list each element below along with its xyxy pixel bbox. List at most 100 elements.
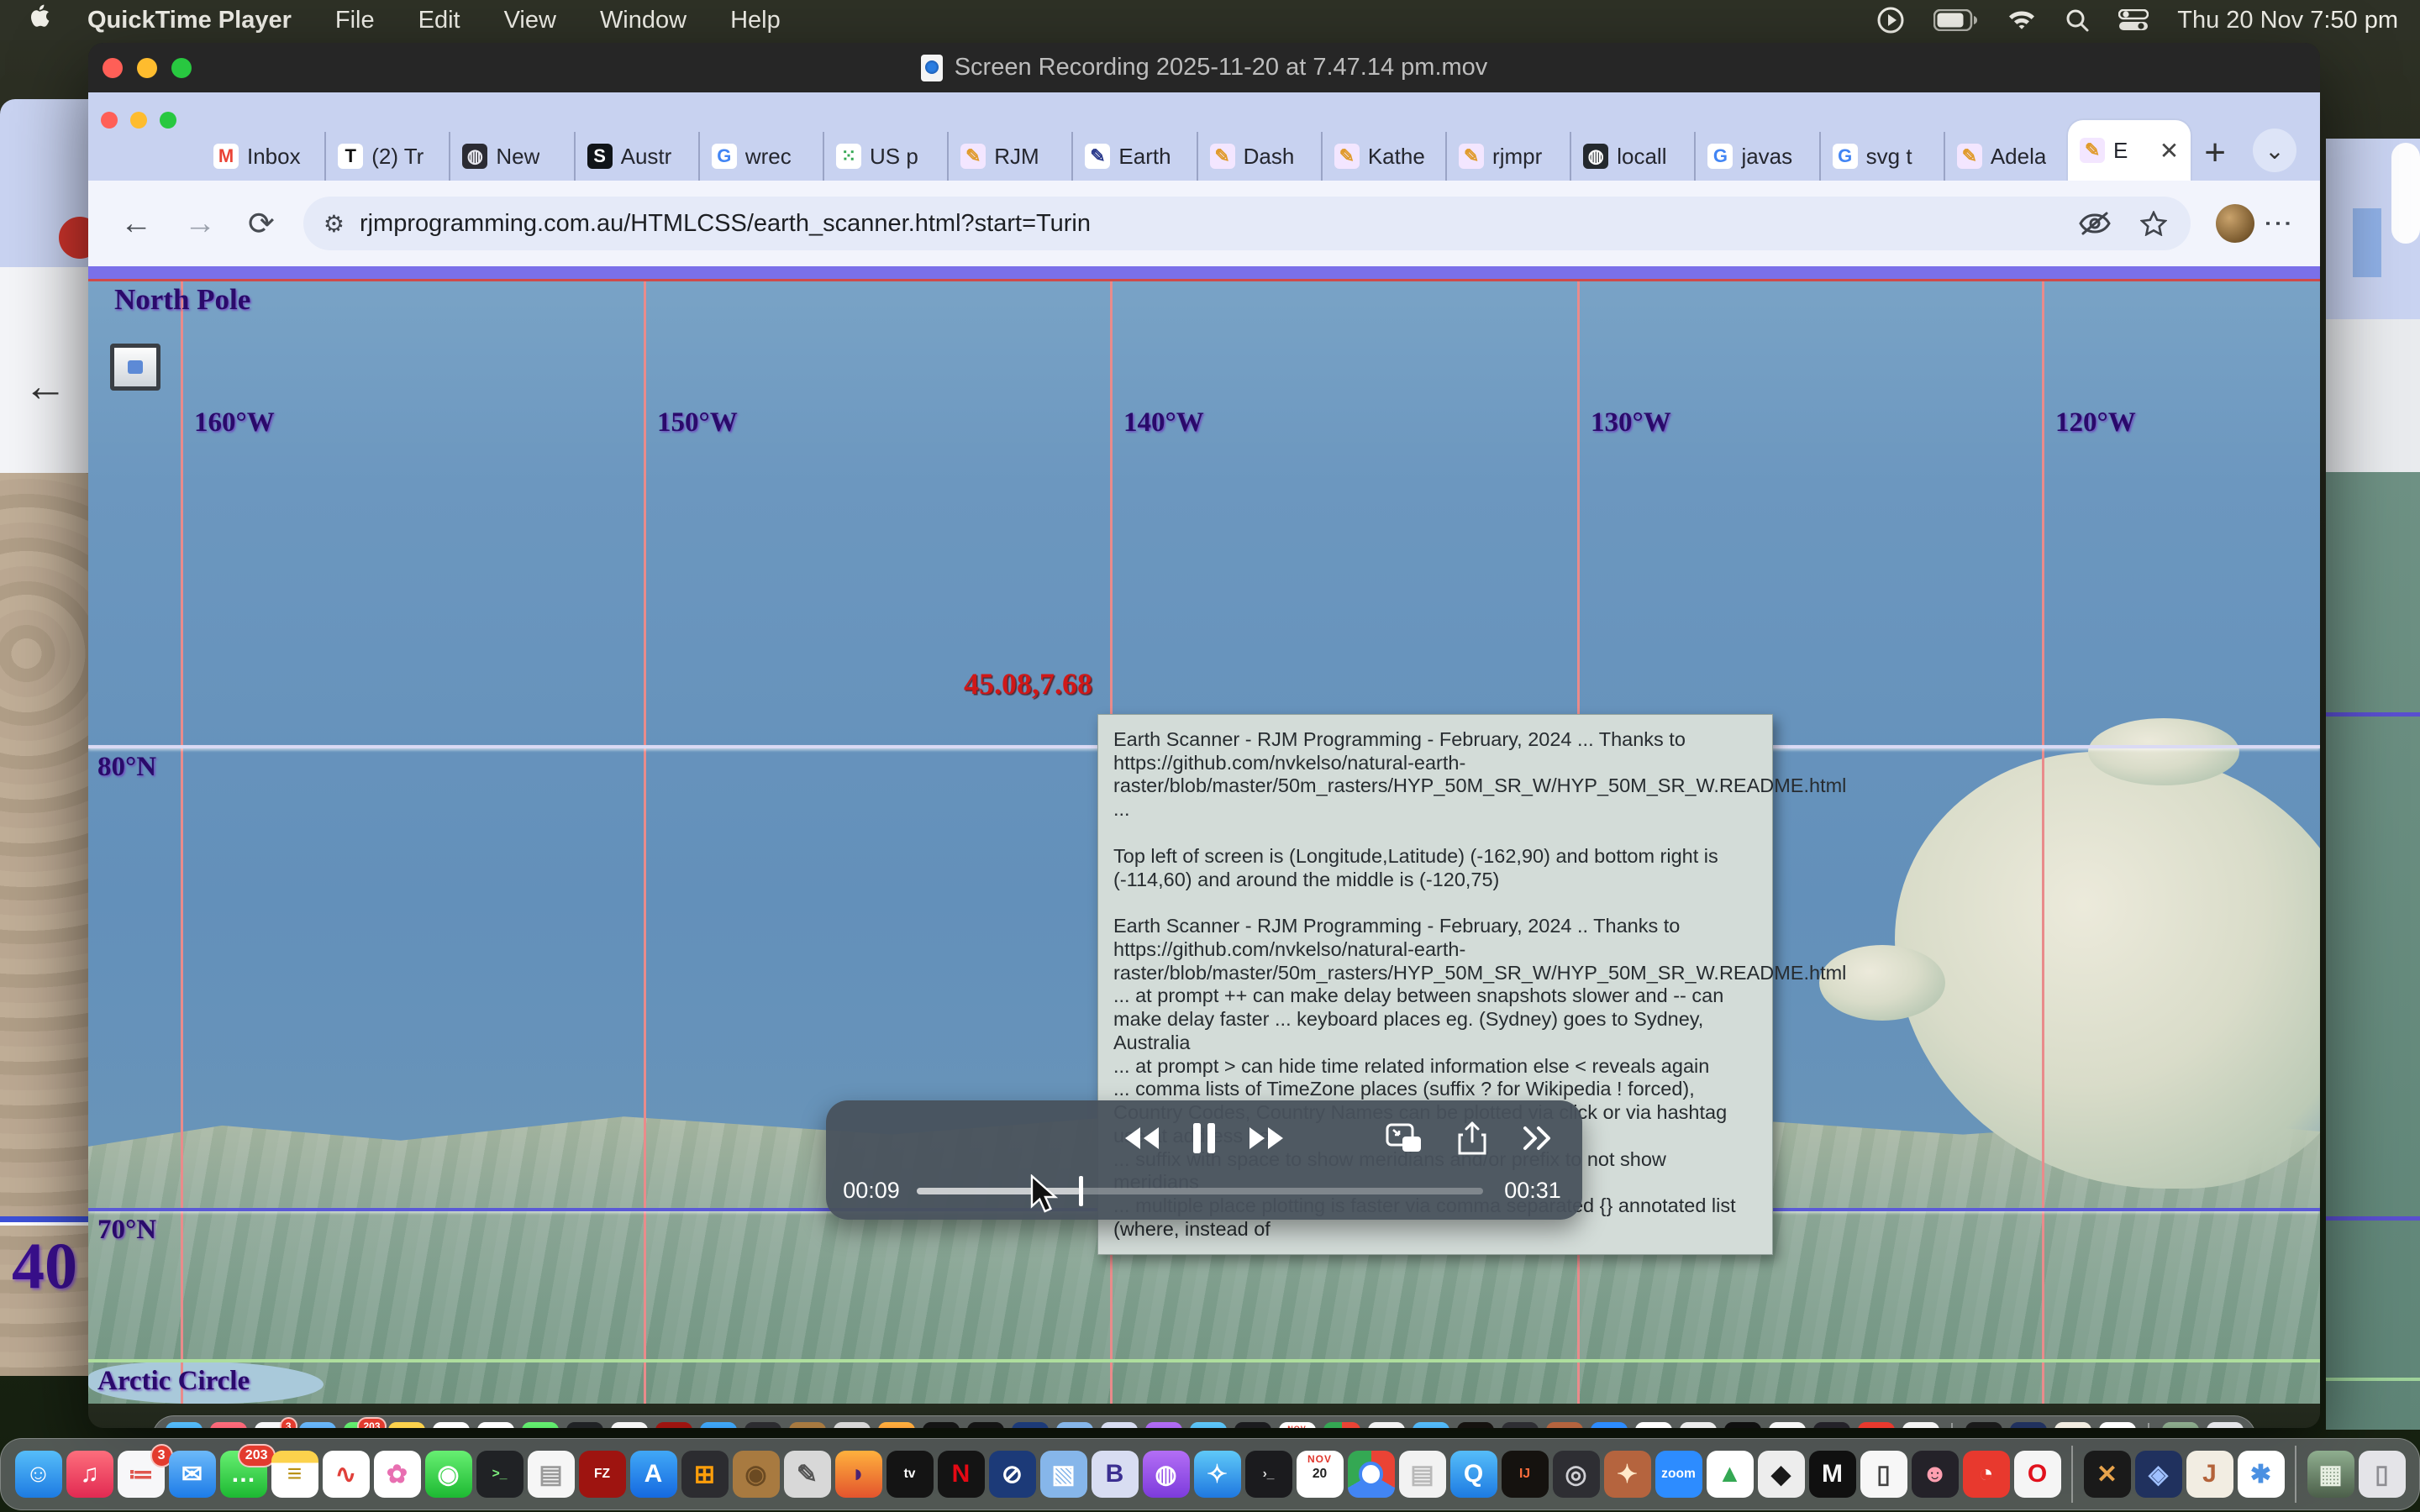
site-settings-icon[interactable]: ⚙︎ [324,210,345,238]
dock-item-photos[interactable]: ✿ [374,1451,421,1498]
screen-recording-indicator-icon[interactable] [1876,6,1905,34]
tab-rjmpr[interactable]: ✎rjmpr [1445,132,1570,181]
new-tab-button[interactable]: + [2191,132,2248,181]
dock-item-netflix[interactable]: N [938,1451,985,1498]
dock-item-mail[interactable]: ✉ [299,1422,336,1428]
dock-item-contacts[interactable]: ◉ [733,1451,780,1498]
dock-item-music[interactable]: ♫ [210,1422,247,1428]
menu-window[interactable]: Window [600,7,687,34]
dock-item-freeform[interactable]: ∿ [323,1451,370,1498]
tab-locall[interactable]: ◍locall [1570,132,1694,181]
dock-item-calculator[interactable]: ⊞ [681,1451,729,1498]
dock-item-bbedit[interactable]: B [1092,1451,1139,1498]
control-center-icon[interactable] [2118,9,2149,31]
dock-item-garageband[interactable]: ◎ [1502,1422,1539,1428]
dock-item-bbedit[interactable]: B [1101,1422,1138,1428]
dock-item-notes[interactable]: ≡ [388,1422,425,1428]
timeline-scrubber[interactable] [917,1188,1483,1194]
spotlight-search-icon[interactable] [2065,8,2090,33]
dock-item-textedit[interactable]: ▤ [611,1422,648,1428]
dock-item-quicktime[interactable]: Q [1450,1451,1497,1498]
share-button[interactable] [1458,1121,1486,1155]
wifi-icon[interactable] [2007,9,2036,31]
privacy-eye-icon[interactable] [2078,211,2112,236]
dock-item-iterm[interactable]: ›_ [1234,1422,1271,1428]
dock-item-intellij-idea[interactable]: IJ [1457,1422,1494,1428]
dock-item-krita[interactable]: ✦ [1546,1422,1583,1428]
dock-item-reminders[interactable]: ≔3 [118,1451,165,1498]
dock-item-moji[interactable]: M [1724,1422,1761,1428]
dock-item-opera[interactable]: O [1902,1422,1939,1428]
tab-svg-t[interactable]: Gsvg t [1819,132,1944,181]
dock-item-messages[interactable]: …203 [220,1451,267,1498]
dock-item-podcasts[interactable]: ◍ [1143,1451,1190,1498]
forward-button[interactable]: → [184,206,216,242]
dock-item-textedit[interactable]: ▤ [528,1451,575,1498]
more-controls-button[interactable] [1522,1126,1554,1151]
rewind-button[interactable] [1122,1126,1160,1151]
dock-item-photos[interactable]: ✿ [477,1422,514,1428]
dock-item-diamond-app[interactable]: ◈ [2010,1422,2047,1428]
dock-item-safari[interactable]: ✧ [1190,1422,1227,1428]
tab-overflow-button[interactable]: ⌄ [2253,129,2296,172]
dock-item-nomachine[interactable]: ⊘ [989,1451,1036,1498]
map-thumbnail-button[interactable] [110,344,160,391]
dock-item-trash[interactable]: ▯ [2207,1422,2244,1428]
dock-item-moji[interactable]: M [1809,1451,1856,1498]
dock-item-terminal[interactable]: >_ [476,1451,523,1498]
tab-inbox[interactable]: MInbox [202,132,324,181]
dock-item-maps[interactable]: ▲ [1707,1451,1754,1498]
dock-item-zoom[interactable]: zoom [1591,1422,1628,1428]
battery-icon[interactable] [1933,9,1979,31]
dock-item-passwords[interactable]: ✱ [2099,1422,2136,1428]
menu-edit[interactable]: Edit [418,7,460,34]
dock-item-document[interactable]: ▤ [1399,1451,1446,1498]
tab-adela[interactable]: ✎Adela [1944,132,2068,181]
dock-item-garageband[interactable]: ◎ [1553,1451,1600,1498]
dock-item-maps[interactable]: ▲ [1635,1422,1672,1428]
dock-item-filezilla[interactable]: FZ [655,1422,692,1428]
dock-item-calculator[interactable]: ⊞ [744,1422,781,1428]
dock-item-podcasts[interactable]: ◍ [1145,1422,1182,1428]
tab-dash[interactable]: ✎Dash [1197,132,1321,181]
dock-item-x-tools[interactable]: ✕ [2084,1451,2131,1498]
dock-item-apple-tv[interactable]: tv [886,1451,934,1498]
dock-item-iterm[interactable]: ›_ [1245,1451,1292,1498]
dock-item-facetime[interactable]: ◉ [425,1451,472,1498]
dock-item-passwords[interactable]: ✱ [2238,1451,2285,1498]
dock-item-calendar[interactable]: 20NOV [1297,1451,1344,1498]
earth-scanner-map[interactable]: 160°W150°W140°W130°W120°W80°N70°NArctic … [88,281,2320,1404]
timeline-playhead[interactable] [1079,1176,1083,1206]
picture-in-picture-button[interactable] [1386,1123,1423,1153]
dock-item-notes[interactable]: ≡ [271,1451,318,1498]
bookmark-star-icon[interactable] [2140,211,2167,236]
dock-item-mail[interactable]: ✉ [169,1451,216,1498]
dock-item-freeform[interactable]: ∿ [433,1422,470,1428]
close-tab-button[interactable]: ✕ [2160,137,2179,165]
tab-javas[interactable]: Gjavas [1694,132,1818,181]
active-app-name[interactable]: QuickTime Player [87,7,292,34]
dock-item-chrome[interactable] [1323,1422,1360,1428]
dock-item-inkscape[interactable]: ◆ [1758,1451,1805,1498]
dock-item-netflix[interactable]: N [967,1422,1004,1428]
dock-item-krita[interactable]: ✦ [1604,1451,1651,1498]
dock-item-screenshot[interactable]: ▦ [2162,1422,2199,1428]
dock-item-intellij-idea[interactable]: IJ [1502,1451,1549,1498]
dock-item-chrome[interactable] [1348,1451,1395,1498]
dock-item-zoom[interactable]: zoom [1655,1451,1702,1498]
reload-button[interactable]: ⟳ [248,205,275,243]
dock-item-trash[interactable]: ▯ [2359,1451,2406,1498]
tab-e[interactable]: ✎E✕ [2068,120,2191,181]
dock-item-preview[interactable]: ▧ [1056,1422,1093,1428]
dock-item-speedtest[interactable]: ◔ [1963,1451,2010,1498]
tab-austr[interactable]: SAustr [574,132,698,181]
dock-item-preview[interactable]: ▧ [1040,1451,1087,1498]
dock-item-calendar[interactable]: 20NOV [1279,1422,1316,1428]
dock-item-x-tools[interactable]: ✕ [1965,1422,2002,1428]
dock-item-quicktime[interactable]: Q [1413,1422,1449,1428]
dock-item-emoji-game[interactable]: ☻ [1912,1451,1959,1498]
tab-earth[interactable]: ✎Earth [1071,132,1196,181]
dock-item-filezilla[interactable]: FZ [579,1451,626,1498]
menu-bar-clock[interactable]: Thu 20 Nov 7:50 pm [2177,7,2398,34]
tab-rjm[interactable]: ✎RJM [947,132,1071,181]
